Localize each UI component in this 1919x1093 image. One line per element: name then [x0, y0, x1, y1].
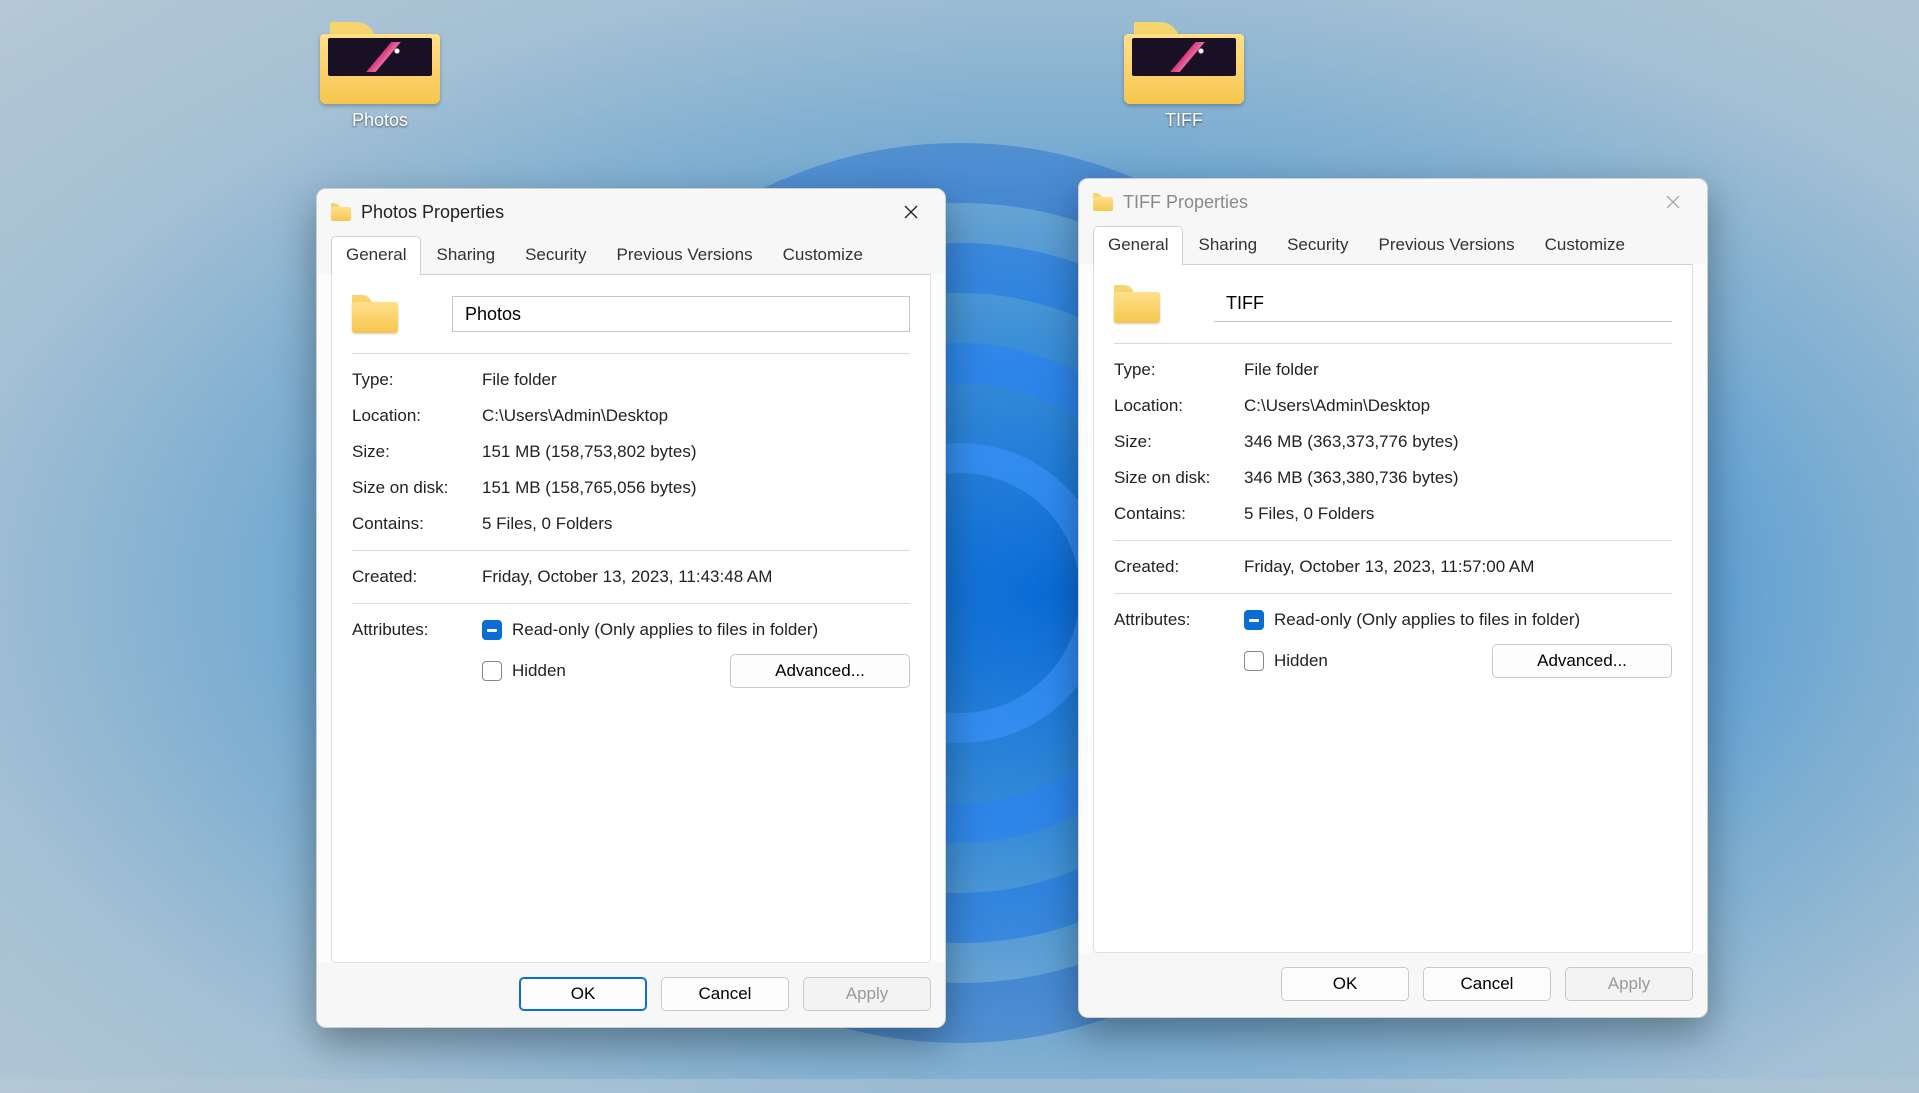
- tab-body-general: Type:File folder Location:C:\Users\Admin…: [1093, 264, 1693, 953]
- divider: [1114, 343, 1672, 344]
- checkbox-label: Read-only (Only applies to files in fold…: [1274, 610, 1580, 630]
- label-type: Type:: [352, 370, 482, 390]
- value-contains: 5 Files, 0 Folders: [482, 514, 910, 534]
- checkbox-indeterminate-icon: [1244, 610, 1264, 630]
- value-location: C:\Users\Admin\Desktop: [1244, 396, 1672, 416]
- label-attributes: Attributes:: [1114, 610, 1244, 678]
- titlebar[interactable]: Photos Properties: [317, 189, 945, 235]
- folder-icon: [1114, 285, 1160, 323]
- desktop-icon-label: Photos: [320, 110, 440, 131]
- label-contains: Contains:: [1114, 504, 1244, 524]
- tab-previous-versions[interactable]: Previous Versions: [602, 236, 768, 275]
- cancel-button[interactable]: Cancel: [661, 977, 789, 1011]
- window-title: Photos Properties: [361, 202, 504, 223]
- label-created: Created:: [1114, 557, 1244, 577]
- value-size: 151 MB (158,753,802 bytes): [482, 442, 910, 462]
- value-contains: 5 Files, 0 Folders: [1244, 504, 1672, 524]
- value-type: File folder: [482, 370, 910, 390]
- value-created: Friday, October 13, 2023, 11:43:48 AM: [482, 567, 910, 587]
- tab-security[interactable]: Security: [1272, 226, 1363, 265]
- ok-button[interactable]: OK: [519, 977, 647, 1011]
- value-size-on-disk: 346 MB (363,380,736 bytes): [1244, 468, 1672, 488]
- folder-name-input[interactable]: [1214, 286, 1672, 322]
- tab-sharing[interactable]: Sharing: [421, 236, 510, 275]
- tab-sharing[interactable]: Sharing: [1183, 226, 1272, 265]
- checkbox-hidden[interactable]: Hidden: [1244, 651, 1328, 671]
- value-size-on-disk: 151 MB (158,765,056 bytes): [482, 478, 910, 498]
- apply-button[interactable]: Apply: [803, 977, 931, 1011]
- dialog-footer: OK Cancel Apply: [1079, 953, 1707, 1017]
- label-type: Type:: [1114, 360, 1244, 380]
- tab-security[interactable]: Security: [510, 236, 601, 275]
- tab-strip: General Sharing Security Previous Versio…: [317, 235, 945, 274]
- advanced-button[interactable]: Advanced...: [730, 654, 910, 688]
- label-size-on-disk: Size on disk:: [352, 478, 482, 498]
- checkbox-label: Hidden: [512, 661, 566, 681]
- close-button[interactable]: [1649, 186, 1697, 218]
- apply-button[interactable]: Apply: [1565, 967, 1693, 1001]
- checkbox-icon: [1244, 651, 1264, 671]
- folder-name-input[interactable]: [452, 296, 910, 332]
- cancel-button[interactable]: Cancel: [1423, 967, 1551, 1001]
- value-size: 346 MB (363,373,776 bytes): [1244, 432, 1672, 452]
- value-location: C:\Users\Admin\Desktop: [482, 406, 910, 426]
- tab-customize[interactable]: Customize: [768, 236, 878, 275]
- value-type: File folder: [1244, 360, 1672, 380]
- tab-general[interactable]: General: [1093, 226, 1183, 265]
- close-button[interactable]: [887, 196, 935, 228]
- tab-previous-versions[interactable]: Previous Versions: [1364, 226, 1530, 265]
- folder-icon: [352, 295, 398, 333]
- close-icon: [904, 205, 918, 219]
- label-location: Location:: [1114, 396, 1244, 416]
- value-created: Friday, October 13, 2023, 11:57:00 AM: [1244, 557, 1672, 577]
- checkbox-readonly[interactable]: Read-only (Only applies to files in fold…: [482, 620, 910, 640]
- tab-body-general: Type:File folder Location:C:\Users\Admin…: [331, 274, 931, 963]
- label-contains: Contains:: [352, 514, 482, 534]
- dialog-footer: OK Cancel Apply: [317, 963, 945, 1027]
- checkbox-indeterminate-icon: [482, 620, 502, 640]
- properties-dialog-tiff: TIFF Properties General Sharing Security…: [1078, 178, 1708, 1018]
- desktop-folder-photos[interactable]: Photos: [320, 22, 440, 131]
- desktop-icon-label: TIFF: [1124, 110, 1244, 131]
- divider: [1114, 540, 1672, 541]
- divider: [352, 550, 910, 551]
- checkbox-hidden[interactable]: Hidden: [482, 661, 566, 681]
- folder-icon: [1124, 22, 1244, 104]
- close-icon: [1666, 195, 1680, 209]
- advanced-button[interactable]: Advanced...: [1492, 644, 1672, 678]
- tab-strip: General Sharing Security Previous Versio…: [1079, 225, 1707, 264]
- divider: [352, 603, 910, 604]
- properties-dialog-photos: Photos Properties General Sharing Securi…: [316, 188, 946, 1028]
- checkbox-label: Read-only (Only applies to files in fold…: [512, 620, 818, 640]
- ok-button[interactable]: OK: [1281, 967, 1409, 1001]
- folder-icon: [331, 203, 351, 221]
- titlebar[interactable]: TIFF Properties: [1079, 179, 1707, 225]
- label-size: Size:: [1114, 432, 1244, 452]
- folder-icon: [1093, 193, 1113, 211]
- divider: [1114, 593, 1672, 594]
- tab-general[interactable]: General: [331, 236, 421, 275]
- checkbox-icon: [482, 661, 502, 681]
- desktop-folder-tiff[interactable]: TIFF: [1124, 22, 1244, 131]
- label-size: Size:: [352, 442, 482, 462]
- label-location: Location:: [352, 406, 482, 426]
- label-attributes: Attributes:: [352, 620, 482, 688]
- tab-customize[interactable]: Customize: [1530, 226, 1640, 265]
- label-size-on-disk: Size on disk:: [1114, 468, 1244, 488]
- folder-icon: [320, 22, 440, 104]
- checkbox-readonly[interactable]: Read-only (Only applies to files in fold…: [1244, 610, 1672, 630]
- label-created: Created:: [352, 567, 482, 587]
- checkbox-label: Hidden: [1274, 651, 1328, 671]
- window-title: TIFF Properties: [1123, 192, 1248, 213]
- divider: [352, 353, 910, 354]
